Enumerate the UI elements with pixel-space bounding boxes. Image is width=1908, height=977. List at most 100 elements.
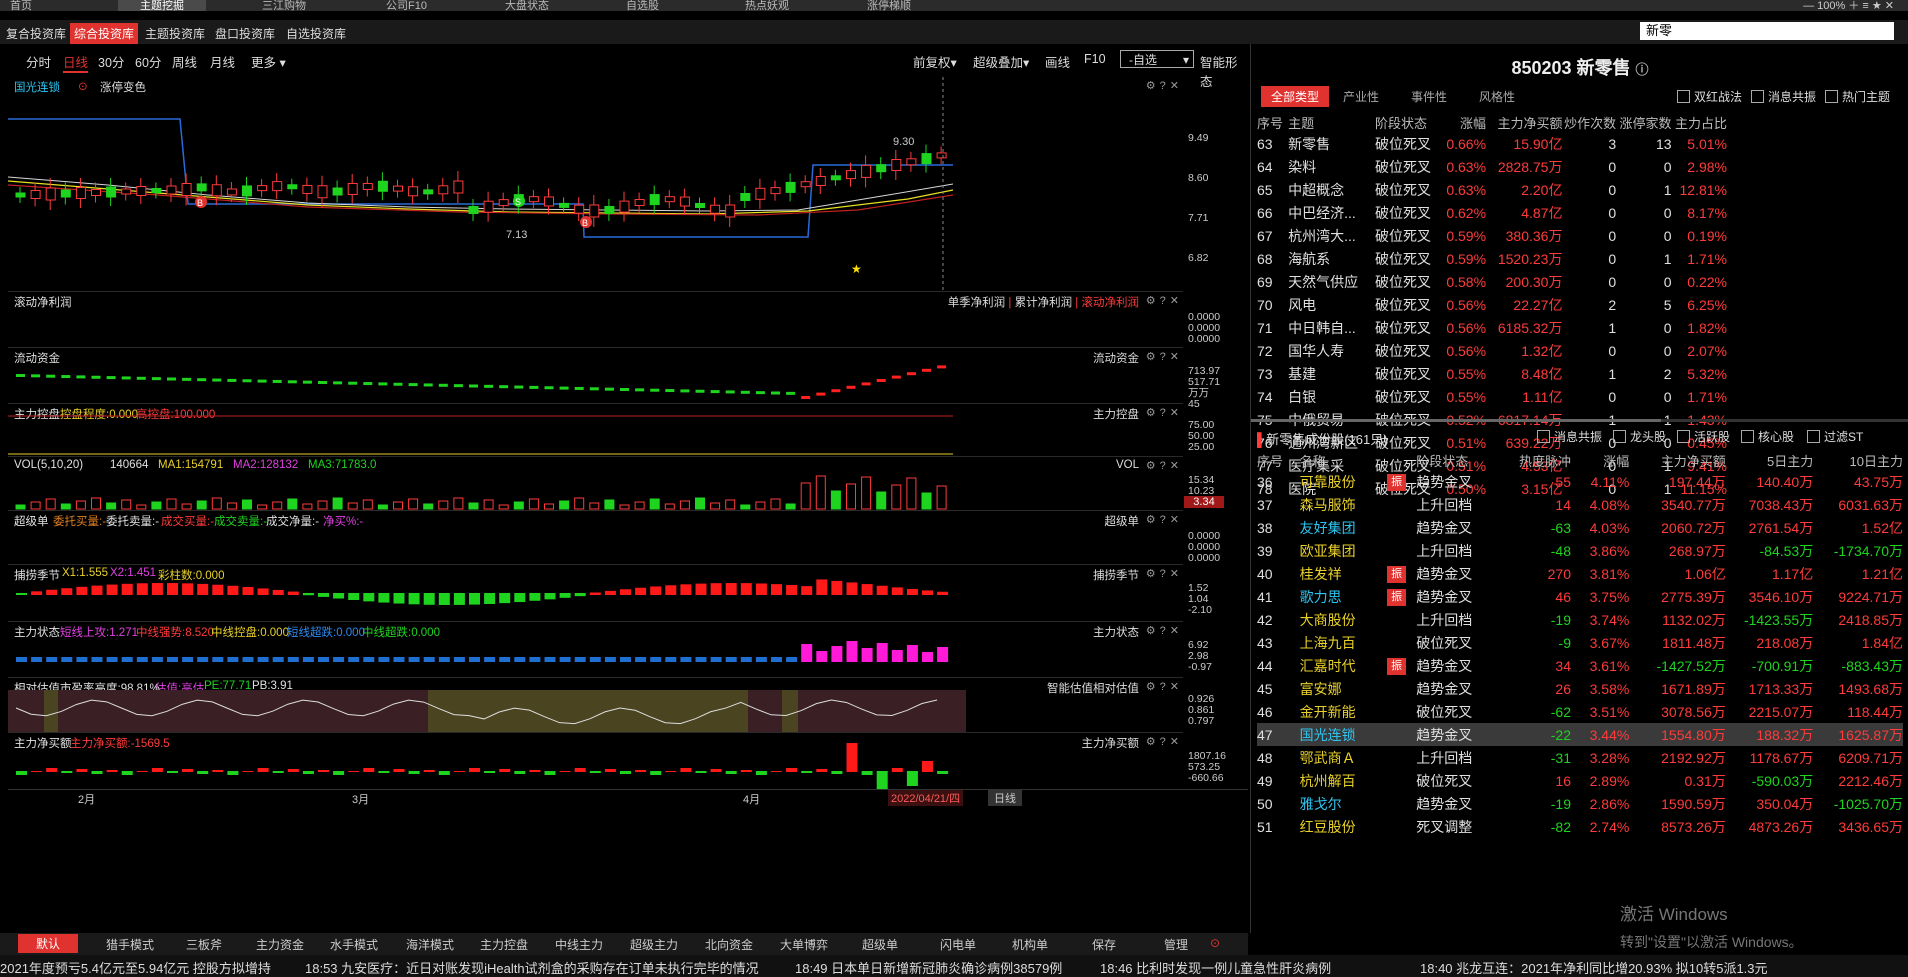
column-header[interactable]: 阶段状态 [1416, 450, 1501, 470]
checkbox[interactable] [1677, 430, 1690, 443]
window-controls[interactable]: — 100% ＋ ≡ ★ ✕ [1803, 0, 1894, 11]
self-select-dropdown[interactable]: -自选 ▾ [1120, 50, 1194, 68]
collapse-icon[interactable]: ⊙ [1210, 936, 1220, 950]
table-row[interactable]: 49 杭州解百 破位死叉 16 2.89% 0.31万 -590.03万 2212.46万 [1257, 769, 1903, 792]
tab-industry[interactable]: 产业性 [1333, 86, 1389, 107]
f10-button[interactable]: F10 [1084, 52, 1106, 66]
nav-f10[interactable]: 公司F10 [386, 0, 427, 11]
ticker-item[interactable]: 18:53 九安医疗：近日对账发现iHealth试剂盒的采购存在订单未执行完毕的… [305, 958, 759, 977]
nav-hot[interactable]: 热点妖观 [745, 0, 789, 11]
column-header[interactable]: 主题 [1288, 112, 1375, 132]
panel-icons[interactable]: ⚙?✕ [1146, 294, 1183, 307]
bottom-tab[interactable]: 大单博弈 [780, 936, 828, 953]
lib-market[interactable]: 盘口投资库 [213, 23, 277, 44]
table-row[interactable]: 71 中日韩自... 破位死叉 0.56% 6185.32万 1 0 1.82% [1257, 316, 1727, 339]
check-filter-st[interactable]: 过滤ST [1807, 428, 1863, 445]
column-header[interactable]: 涨幅 [1571, 450, 1629, 470]
table-row[interactable]: 50 雅戈尔 趋势金叉 -19 2.86% 1590.59万 350.04万 -1025.70… [1257, 792, 1903, 815]
table-row[interactable]: 69 天然气供应 破位死叉 0.58% 200.30万 0 0 0.22% [1257, 270, 1727, 293]
table-row[interactable]: 68 海航系 破位死叉 0.59% 1520.23万 0 1 1.71% [1257, 247, 1727, 270]
period-minute[interactable]: 分时 [26, 52, 51, 71]
table-row[interactable]: 38 友好集团 趋势金叉 -63 4.03% 2060.72万 2761.54万 1.52亿 [1257, 516, 1903, 539]
check-active[interactable]: 活跃股 [1677, 428, 1730, 445]
bottom-tab[interactable]: 机构单 [1012, 936, 1048, 953]
nav-watchlist[interactable]: 自选股 [626, 0, 659, 11]
table-row[interactable]: 64 染料 破位死叉 0.63% 2828.75万 0 0 2.98% [1257, 155, 1727, 178]
draw-line-button[interactable]: 画线 [1045, 52, 1070, 71]
table-row[interactable]: 67 杭州湾大... 破位死叉 0.59% 380.36万 0 0 0.19% [1257, 224, 1727, 247]
table-row[interactable]: 63 新零售 破位死叉 0.66% 15.90亿 3 13 5.01% [1257, 132, 1727, 155]
check-double-red[interactable]: 双红战法 [1677, 88, 1742, 105]
ticker-item[interactable]: 2021年度预亏5.4亿元至5.94亿元 控股方拟增持 [0, 958, 271, 977]
checkbox[interactable] [1537, 430, 1550, 443]
table-row[interactable]: 41 歌力思 振趋势金叉 46 3.75% 2775.39万 3546.10万 9224.71… [1257, 585, 1903, 608]
period-week[interactable]: 周线 [172, 52, 197, 71]
bottom-tab[interactable]: 管理 [1164, 936, 1188, 953]
bottom-tab[interactable]: 超级主力 [630, 936, 678, 953]
column-header[interactable] [1387, 450, 1416, 470]
table-row[interactable]: 42 大商股份 上升回档 -19 3.74% 1132.02万 -1423.55万 2418.… [1257, 608, 1903, 631]
checkbox[interactable] [1613, 430, 1626, 443]
adjust-dropdown[interactable]: 前复权▾ [913, 52, 957, 71]
lib-theme[interactable]: 主题投资库 [143, 23, 207, 44]
smart-pattern-button[interactable]: 智能形态 [1200, 52, 1248, 90]
table-row[interactable]: 47 国光连锁 趋势金叉 -22 3.44% 1554.80万 188.32万 1625.87… [1257, 723, 1903, 746]
bottom-tab[interactable]: 水手模式 [330, 936, 378, 953]
period-30m[interactable]: 30分 [98, 52, 124, 71]
bottom-tab[interactable]: 主力资金 [256, 936, 304, 953]
table-row[interactable]: 43 上海九百 破位死叉 -9 3.67% 1811.48万 218.08万 1.84亿 [1257, 631, 1903, 654]
bottom-tab[interactable]: 保存 [1092, 936, 1116, 953]
column-header[interactable]: 热度脉冲 [1501, 450, 1571, 470]
column-header[interactable]: 10日主力 [1813, 450, 1903, 470]
ticker-item[interactable]: 18:46 比利时发现一例儿童急性肝炎病例 [1100, 958, 1331, 977]
column-header[interactable]: 主力净买额 [1629, 450, 1726, 470]
column-header[interactable]: 5日主力 [1726, 450, 1813, 470]
checkbox[interactable] [1741, 430, 1754, 443]
table-row[interactable]: 37 森马服饰 上升回档 14 4.08% 3540.77万 7038.43万 6031.63… [1257, 493, 1903, 516]
lib-self[interactable]: 自选投资库 [284, 23, 348, 44]
bottom-tab[interactable]: 海洋模式 [406, 936, 454, 953]
overlay-dropdown[interactable]: 超级叠加▾ [973, 52, 1029, 71]
bottom-tab[interactable]: 主力控盘 [480, 936, 528, 953]
table-row[interactable]: 74 白银 破位死叉 0.55% 1.11亿 0 0 1.71% [1257, 385, 1727, 408]
checkbox[interactable] [1677, 90, 1690, 103]
nav-stock[interactable]: 三江购物 [262, 0, 306, 11]
check-hot[interactable]: 热门主题 [1825, 88, 1890, 105]
period-day[interactable]: 日线 [63, 52, 89, 73]
tab-style[interactable]: 风格性 [1469, 86, 1525, 107]
checkbox[interactable] [1825, 90, 1838, 103]
checkbox[interactable] [1807, 430, 1820, 443]
table-row[interactable]: 45 富安娜 趋势金叉 26 3.58% 1671.89万 1713.33万 1493.68万 [1257, 677, 1903, 700]
check-leader[interactable]: 龙头股 [1613, 428, 1666, 445]
table-row[interactable]: 72 国华人寿 破位死叉 0.56% 1.32亿 0 0 2.07% [1257, 339, 1727, 362]
column-header[interactable]: 序号 [1257, 112, 1288, 132]
bottom-tab[interactable]: 默认 [18, 934, 79, 953]
lib-comprehensive[interactable]: 综合投资库 [70, 23, 139, 44]
table-row[interactable]: 65 中超概念 破位死叉 0.63% 2.20亿 0 1 12.81% [1257, 178, 1727, 201]
column-header[interactable]: 涨幅 [1441, 112, 1486, 132]
check-comp-news[interactable]: 消息共振 [1537, 428, 1602, 445]
period-more[interactable]: 更多 ▾ [251, 52, 286, 71]
column-header[interactable]: 炒作次数 [1562, 112, 1616, 132]
nav-limit[interactable]: 涨停梯顺 [867, 0, 911, 11]
table-row[interactable]: 66 中巴经济... 破位死叉 0.62% 4.87亿 0 0 8.17% [1257, 201, 1727, 224]
table-row[interactable]: 51 红豆股份 死叉调整 -82 2.74% 8573.26万 4873.26万 3436.6… [1257, 815, 1903, 838]
bottom-tab[interactable]: 北向资金 [705, 936, 753, 953]
bottom-tab[interactable]: 中线主力 [555, 936, 603, 953]
table-row[interactable]: 70 风电 破位死叉 0.56% 22.27亿 2 5 6.25% [1257, 293, 1727, 316]
nav-theme-mining[interactable]: 主题挖掘 [118, 0, 206, 11]
bottom-tab[interactable]: 超级单 [862, 936, 898, 953]
table-row[interactable]: 39 欧亚集团 上升回档 -48 3.86% 268.97万 -84.53万 -1734.70… [1257, 539, 1903, 562]
bottom-tab[interactable]: 三板斧 [186, 936, 222, 953]
checkbox[interactable] [1751, 90, 1764, 103]
table-row[interactable]: 46 金开新能 破位死叉 -62 3.51% 3078.56万 2215.07万 118.44… [1257, 700, 1903, 723]
nav-market[interactable]: 大盘状态 [505, 0, 549, 11]
column-header[interactable]: 涨停家数 [1616, 112, 1672, 132]
check-news[interactable]: 消息共振 [1751, 88, 1816, 105]
bottom-tab[interactable]: 猎手模式 [106, 936, 154, 953]
ticker-item[interactable]: 18:49 日本单日新增新冠肺炎确诊病例38579例 [795, 958, 1062, 977]
table-row[interactable]: 73 基建 破位死叉 0.55% 8.48亿 1 2 5.32% [1257, 362, 1727, 385]
table-row[interactable]: 36 可靠股份 振趋势金叉 55 4.11% 197.44万 140.40万 43.75万 [1257, 470, 1903, 493]
column-header[interactable]: 序号 [1257, 450, 1300, 470]
tab-all[interactable]: 全部类型 [1261, 86, 1330, 107]
